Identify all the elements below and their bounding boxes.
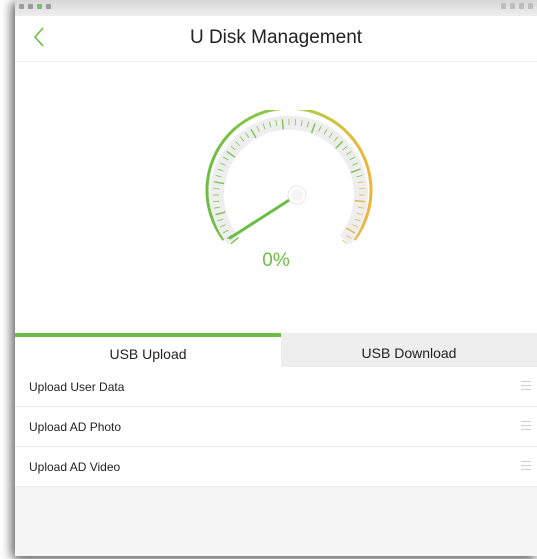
upload-ad-video-item[interactable]: Upload AD Video: [15, 447, 537, 487]
gauge-tick: [213, 200, 220, 203]
gauge-tick: [358, 187, 365, 190]
gauge-tick: [281, 119, 284, 130]
device-screen: U Disk Management 0% USB Upload USB Down…: [15, 0, 537, 556]
drag-handle-icon: [521, 381, 531, 393]
tab-label: USB Upload: [109, 346, 187, 362]
status-notification-icons: [19, 4, 51, 9]
progress-gauge: [178, 106, 378, 310]
page-title: U Disk Management: [189, 27, 363, 48]
tab-usb-upload[interactable]: USB Upload: [15, 333, 281, 367]
gauge-tick: [354, 200, 365, 203]
drag-handle-icon: [521, 461, 531, 473]
upload-ad-photo-item[interactable]: Upload AD Photo: [15, 407, 537, 447]
title-bar: U Disk Management: [15, 16, 537, 62]
gauge-tick: [294, 119, 297, 126]
gauge-tick: [213, 187, 220, 190]
status-system-icons: [501, 3, 533, 9]
list-item-label: Upload AD Photo: [29, 420, 122, 434]
list-item-label: Upload User Data: [29, 380, 125, 394]
upload-user-data-item[interactable]: Upload User Data: [15, 367, 537, 407]
empty-area: [15, 487, 537, 556]
gauge-needle: [228, 193, 299, 240]
drag-handle-icon: [521, 421, 531, 433]
list-item-label: Upload AD Video: [29, 460, 121, 474]
tab-label: USB Download: [361, 345, 457, 361]
tab-bar: USB Upload USB Download: [15, 333, 537, 367]
gauge-inner-arc: [210, 115, 368, 245]
tab-usb-download[interactable]: USB Download: [281, 333, 537, 367]
status-bar: [15, 0, 537, 16]
progress-percent: 0%: [262, 250, 290, 271]
upload-list: Upload User Data Upload AD Photo Upload …: [15, 367, 537, 487]
